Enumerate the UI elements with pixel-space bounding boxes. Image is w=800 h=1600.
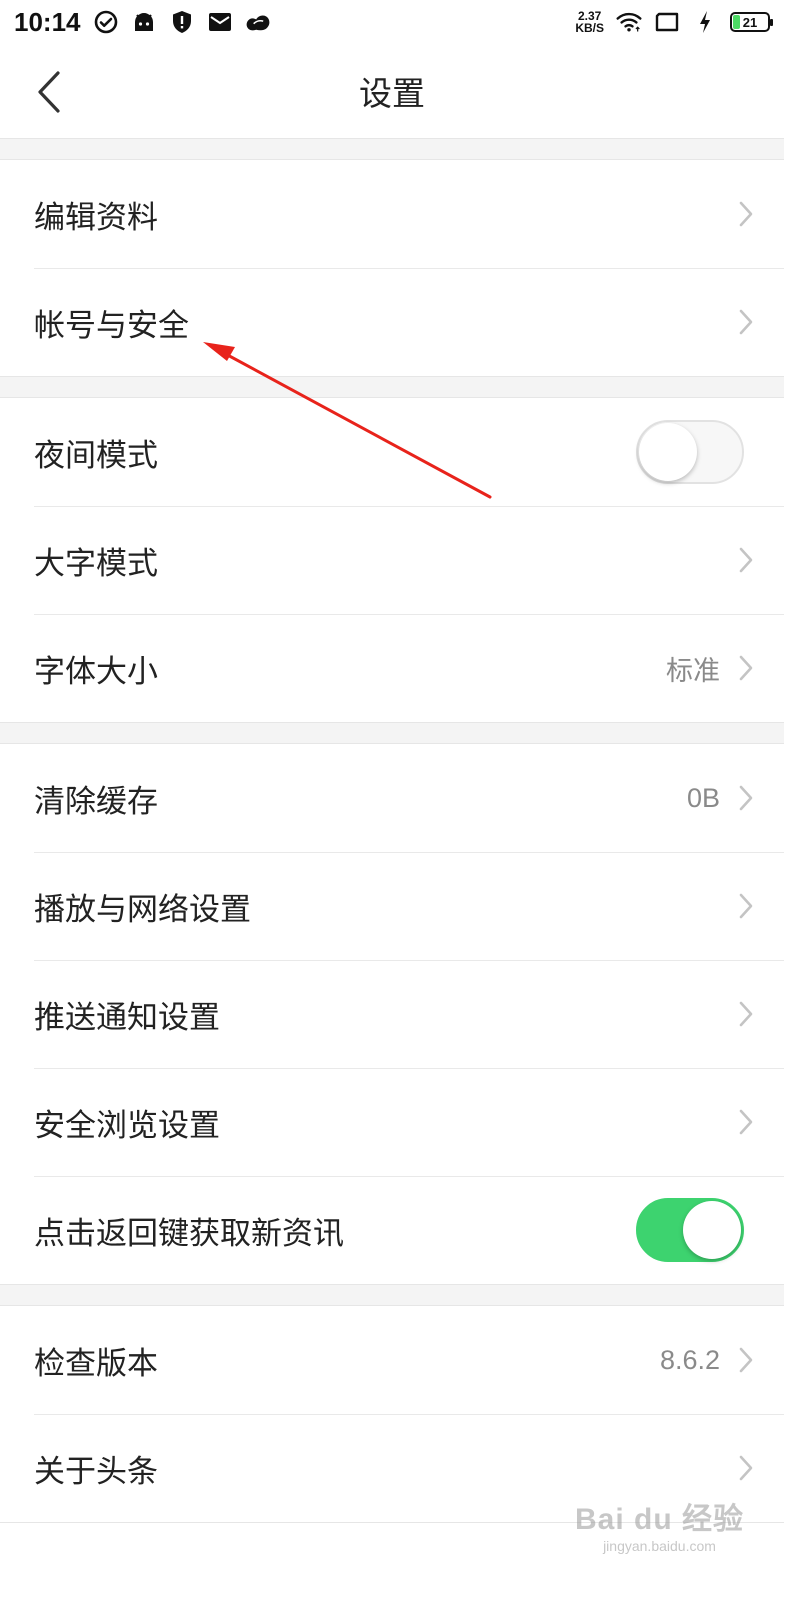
status-right: 2.37 KB/S 21 <box>575 9 773 35</box>
row-label: 推送通知设置 <box>34 999 220 1036</box>
chevron-right-icon <box>738 892 754 920</box>
chevron-right-icon <box>738 308 754 336</box>
section-gap <box>0 377 784 398</box>
android-icon <box>131 9 157 35</box>
font-size-value: 标准 <box>666 655 720 686</box>
wifi-icon <box>616 9 642 35</box>
settings-row-back-key-refresh[interactable]: 点击返回键获取新资讯 <box>0 1176 784 1284</box>
row-label: 点击返回键获取新资讯 <box>34 1215 344 1252</box>
settings-row-large-text-mode[interactable]: 大字模式 <box>0 506 784 614</box>
chevron-right-icon <box>738 1000 754 1028</box>
nav-bar: 设置 <box>0 44 784 139</box>
settings-group-general: 清除缓存 0B 播放与网络设置 推送通知设置 安全浏览设置 点击返回键获取新资讯 <box>0 744 784 1285</box>
version-value: 8.6.2 <box>659 1344 720 1375</box>
toggle-knob <box>639 423 697 481</box>
shield-alert-icon <box>169 9 195 35</box>
battery-level: 21 <box>742 14 758 30</box>
row-label: 帐号与安全 <box>34 307 189 344</box>
row-label: 大字模式 <box>34 545 158 582</box>
settings-row-font-size[interactable]: 字体大小 标准 <box>0 614 784 722</box>
chevron-right-icon <box>738 784 754 812</box>
status-bar: 10:14 2.37 KB/S 21 <box>0 0 784 44</box>
cache-size-value: 0B <box>686 782 720 813</box>
chevron-right-icon <box>738 546 754 574</box>
row-label: 播放与网络设置 <box>34 891 251 928</box>
status-left: 10:14 <box>14 7 271 38</box>
net-speed: 2.37 KB/S <box>575 10 604 34</box>
chevron-right-icon <box>738 1346 754 1374</box>
back-key-refresh-toggle[interactable] <box>636 1198 744 1262</box>
watermark-logo: Bai du 经验 jingyan.baidu.com <box>575 1494 744 1554</box>
row-label: 关于头条 <box>34 1453 158 1490</box>
row-label: 编辑资料 <box>34 199 158 236</box>
settings-row-clear-cache[interactable]: 清除缓存 0B <box>0 744 784 852</box>
settings-row-edit-profile[interactable]: 编辑资料 <box>0 160 784 268</box>
row-label: 检查版本 <box>34 1345 158 1382</box>
back-button[interactable] <box>28 68 68 116</box>
chevron-right-icon <box>738 1108 754 1136</box>
section-gap <box>0 723 784 744</box>
settings-row-playback-network[interactable]: 播放与网络设置 <box>0 852 784 960</box>
watermark-url: jingyan.baidu.com <box>603 1538 716 1554</box>
settings-list: 编辑资料 帐号与安全 夜间模式 大字模式 字体大小 标准 清除缓存 0B 播放与… <box>0 139 784 1523</box>
row-label: 安全浏览设置 <box>34 1107 220 1144</box>
battery-indicator: 21 <box>730 12 773 32</box>
settings-group-about: 检查版本 8.6.2 关于头条 <box>0 1306 784 1523</box>
toggle-knob <box>683 1201 741 1259</box>
screen-icon <box>654 9 680 35</box>
night-mode-toggle[interactable] <box>636 420 744 484</box>
settings-row-check-version[interactable]: 检查版本 8.6.2 <box>0 1306 784 1414</box>
row-label: 夜间模式 <box>34 437 158 474</box>
section-gap <box>0 139 784 160</box>
status-time: 10:14 <box>14 6 81 37</box>
page-title: 设置 <box>359 74 425 113</box>
row-label: 字体大小 <box>34 653 158 690</box>
chevron-right-icon <box>738 200 754 228</box>
net-speed-unit: KB/S <box>575 21 604 35</box>
settings-group-display: 夜间模式 大字模式 字体大小 标准 <box>0 398 784 723</box>
chevron-right-icon <box>738 654 754 682</box>
settings-group-profile: 编辑资料 帐号与安全 <box>0 160 784 377</box>
charging-icon <box>692 9 718 35</box>
app-blob-icon <box>245 9 271 35</box>
settings-row-safe-browsing[interactable]: 安全浏览设置 <box>0 1068 784 1176</box>
settings-row-account-security[interactable]: 帐号与安全 <box>0 268 784 376</box>
settings-row-night-mode[interactable]: 夜间模式 <box>0 398 784 506</box>
section-gap <box>0 1285 784 1306</box>
watermark-brand: Bai du 经验 <box>574 1503 744 1536</box>
chevron-right-icon <box>738 1454 754 1482</box>
row-label: 清除缓存 <box>34 783 158 820</box>
settings-row-push-notifications[interactable]: 推送通知设置 <box>0 960 784 1068</box>
chevron-left-icon <box>38 71 60 113</box>
mail-icon <box>207 9 233 35</box>
check-circle-icon <box>93 9 119 35</box>
